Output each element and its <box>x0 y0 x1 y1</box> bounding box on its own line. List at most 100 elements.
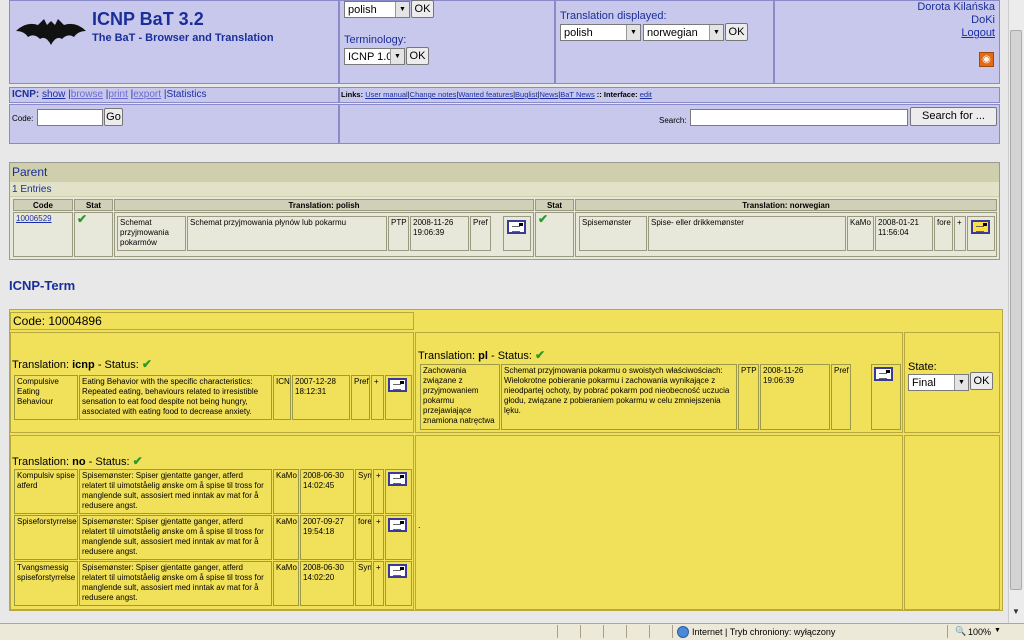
icnp-user: ICN <box>273 375 291 420</box>
check-icon: ✔ <box>77 212 88 226</box>
no-row3-term: Tvangsmessig spiseforstyrrelse <box>14 561 78 606</box>
parent-no-user: KaMo <box>847 216 874 251</box>
no-row3-user: KaMo <box>273 561 299 606</box>
code-input[interactable] <box>37 109 103 126</box>
language-select[interactable]: polish ▼ <box>344 1 410 18</box>
nav-show-link[interactable]: show <box>42 89 65 100</box>
state-label: State: <box>908 361 937 373</box>
interface-edit-link[interactable]: edit <box>640 90 652 99</box>
note-icon[interactable] <box>388 518 407 532</box>
nav-browse-link[interactable]: browse <box>71 89 103 100</box>
scroll-down-icon[interactable]: ▼ <box>1010 607 1022 621</box>
icnp-term: Compulsive Eating Behaviour <box>14 375 78 420</box>
news-link[interactable]: News <box>540 90 559 99</box>
no-row3-type: Syn <box>355 561 372 606</box>
note-icon[interactable] <box>507 220 526 234</box>
pl-user: PTP <box>738 364 759 430</box>
status-divider-6 <box>672 625 673 638</box>
chevron-down-icon: ▼ <box>390 49 404 64</box>
icnp-plus: + <box>371 375 384 420</box>
no-row1-user: KaMo <box>273 469 299 514</box>
search-for-button[interactable]: Search for ... <box>910 107 997 126</box>
nav-statistics-link[interactable]: Statistics <box>166 89 206 100</box>
no-row1-note-cell <box>385 469 412 514</box>
no-row3-def: Spisemønster: Spiser gjentatte ganger, a… <box>79 561 272 606</box>
parent-pl-type: Pref <box>470 216 491 251</box>
security-zone: Internet | Tryb chroniony: wyłączony <box>692 627 836 637</box>
user-manual-link[interactable]: User manual <box>365 90 408 99</box>
pl-note-cell <box>871 364 901 430</box>
chevron-down-icon: ▼ <box>395 2 409 17</box>
icnp-type: Pref <box>351 375 370 420</box>
search-input[interactable] <box>690 109 908 126</box>
chevron-down-icon: ▼ <box>709 25 723 40</box>
icnp-def: Eating Behavior with the specific charac… <box>79 375 272 420</box>
no-row3-date: 2008-06-30 14:02:20 <box>300 561 354 606</box>
parent-pl-def: Schemat przyjmowania płynów lub pokarmu <box>187 216 387 251</box>
no-row1-type: Syn <box>355 469 372 514</box>
translation-displayed-label: Translation displayed: <box>560 10 667 22</box>
translation-select-1[interactable]: polish ▼ <box>560 24 641 41</box>
parent-code-cell: 10006529 <box>13 212 73 257</box>
no-row2-date: 2007-09-27 19:54:18 <box>300 515 354 560</box>
status-divider-4 <box>626 625 627 638</box>
code-label: Code: <box>12 114 34 123</box>
status-bar <box>0 623 1024 640</box>
status-divider-7 <box>947 625 948 638</box>
empty-cell <box>415 435 903 610</box>
state-ok-button[interactable]: OK <box>970 372 993 390</box>
chevron-down-icon: ▼ <box>626 25 640 40</box>
nav-export-link[interactable]: export <box>133 89 161 100</box>
parent-code-link[interactable]: 10006529 <box>16 214 52 223</box>
language-ok-button[interactable]: OK <box>411 0 434 18</box>
parent-pl-user: PTP <box>388 216 409 251</box>
terminology-select[interactable]: ICNP 1.0 ▼ <box>344 48 405 65</box>
links-menu: Links: User manual|Change notes|Wanted f… <box>341 90 652 99</box>
icnp-note-cell <box>385 375 412 420</box>
globe-icon <box>677 626 689 638</box>
rss-icon[interactable]: ◉ <box>979 52 994 67</box>
parent-no-def: Spise- eller drikkemønster <box>648 216 846 251</box>
icnp-date: 2007-12-28 18:12:31 <box>292 375 350 420</box>
pl-type: Pref <box>831 364 851 430</box>
zoom-chevron-down-icon[interactable]: ▼ <box>994 627 1001 634</box>
wanted-features-link[interactable]: Wanted features <box>458 90 513 99</box>
pl-date: 2008-11-26 19:06:39 <box>760 364 830 430</box>
translation-select-2[interactable]: norwegian ▼ <box>643 24 724 41</box>
no-row1-term: Kompulsiv spise atferd <box>14 469 78 514</box>
nav-menu: ICNP: show |browse |print |export |Stati… <box>12 89 207 100</box>
status-divider-5 <box>649 625 650 638</box>
no-row1-date: 2008-06-30 14:02:45 <box>300 469 354 514</box>
nav-print-link[interactable]: print <box>108 89 127 100</box>
logout-link[interactable]: Logout <box>961 27 995 39</box>
no-row2-type: fore <box>355 515 372 560</box>
status-divider-1 <box>557 625 558 638</box>
terminology-ok-button[interactable]: OK <box>406 47 429 65</box>
empty-state-cell <box>904 435 1000 610</box>
go-button[interactable]: Go <box>104 108 123 126</box>
no-row1-plus: + <box>373 469 384 514</box>
search-label: Search: <box>659 116 687 125</box>
note-icon[interactable] <box>874 367 893 381</box>
state-select[interactable]: Final ▼ <box>908 374 969 391</box>
no-translation-title: Translation: no - Status: ✔ <box>12 454 143 468</box>
no-row2-note-cell <box>385 515 412 560</box>
note-icon[interactable] <box>388 378 407 392</box>
zoom-level[interactable]: 100% <box>968 627 991 637</box>
change-notes-link[interactable]: Change notes <box>410 90 457 99</box>
translation-ok-button[interactable]: OK <box>725 23 748 41</box>
chevron-down-icon: ▼ <box>954 375 968 390</box>
parent-pl-note-cell <box>503 216 531 251</box>
buglist-link[interactable]: Buglist <box>515 90 538 99</box>
note-icon[interactable] <box>388 472 407 486</box>
parent-no-plus: + <box>954 216 966 251</box>
note-icon[interactable] <box>388 564 407 578</box>
parent-pl-term: Schemat przyjmowania pokarmów <box>117 216 186 251</box>
note-icon[interactable] <box>971 220 990 234</box>
empty-cell-dot: . <box>418 520 421 530</box>
no-row2-term: Spiseforstyrrelser <box>14 515 78 560</box>
icnp-translation-title: Translation: icnp - Status: ✔ <box>12 357 152 371</box>
bat-news-link[interactable]: BaT News <box>560 90 594 99</box>
zoom-icon: 🔍 <box>955 626 967 636</box>
scrollbar-thumb[interactable] <box>1010 30 1022 590</box>
